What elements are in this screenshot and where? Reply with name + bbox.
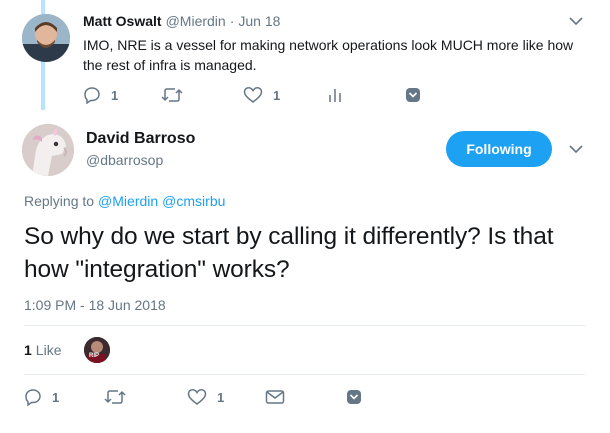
retweet-icon bbox=[104, 390, 126, 404]
like-button[interactable]: 1 bbox=[187, 388, 224, 406]
liker-avatar-image bbox=[84, 337, 110, 363]
author-handle[interactable]: @Mierdin bbox=[166, 13, 226, 29]
likes-stat-label: Like bbox=[35, 342, 62, 358]
likes-stat-count: 1 bbox=[24, 342, 32, 358]
avatar-image bbox=[22, 124, 74, 176]
like-count: 1 bbox=[217, 389, 225, 405]
dm-icon bbox=[406, 88, 420, 102]
replying-to-line: Replying to @Mierdin @cmsirbu bbox=[24, 193, 225, 209]
reply-count: 1 bbox=[111, 87, 119, 103]
mention-mierdin[interactable]: @Mierdin bbox=[98, 193, 158, 209]
retweet-button[interactable] bbox=[161, 86, 183, 109]
parent-tweet-text: IMO, NRE is a vessel for making network … bbox=[83, 37, 574, 73]
liker-avatar-badge: RIP bbox=[89, 353, 100, 359]
mention-cmsirbu[interactable]: @cmsirbu bbox=[162, 193, 225, 209]
avatar-matt-oswalt[interactable] bbox=[22, 14, 70, 62]
likes-stat[interactable]: 1 Like bbox=[24, 342, 61, 358]
mail-icon bbox=[265, 390, 285, 404]
divider bbox=[24, 374, 585, 375]
dm-icon bbox=[347, 390, 361, 404]
retweet-button[interactable] bbox=[104, 388, 126, 411]
tweet-menu-chevron-icon[interactable] bbox=[569, 16, 583, 26]
reply-icon bbox=[25, 389, 41, 406]
tweet-menu-chevron-icon[interactable] bbox=[569, 144, 583, 154]
dm-button[interactable] bbox=[405, 87, 421, 108]
like-button[interactable]: 1 bbox=[243, 86, 280, 104]
dm-button[interactable] bbox=[346, 389, 362, 410]
main-author-handle[interactable]: @dbarrosop bbox=[86, 152, 163, 168]
parent-tweet-actions: 1 1 bbox=[83, 86, 423, 106]
reply-button[interactable]: 1 bbox=[24, 388, 59, 406]
avatar-image bbox=[22, 14, 70, 62]
reply-icon bbox=[84, 87, 100, 104]
liker-avatar[interactable]: RIP bbox=[84, 337, 110, 363]
tweet-date[interactable]: Jun 18 bbox=[238, 13, 280, 29]
analytics-icon bbox=[329, 89, 341, 102]
author-name[interactable]: Matt Oswalt bbox=[83, 13, 162, 29]
avatar-david-barroso[interactable] bbox=[22, 124, 74, 176]
divider bbox=[24, 325, 585, 326]
like-icon bbox=[243, 87, 263, 103]
header-separator: · bbox=[229, 13, 235, 29]
replying-to-label: Replying to bbox=[24, 193, 95, 209]
retweet-icon bbox=[161, 88, 183, 102]
like-icon bbox=[187, 389, 207, 405]
like-count: 1 bbox=[273, 87, 281, 103]
mail-button[interactable] bbox=[265, 389, 285, 410]
analytics-button[interactable] bbox=[328, 86, 342, 109]
reply-count: 1 bbox=[52, 389, 60, 405]
main-author-name[interactable]: David Barroso bbox=[86, 130, 195, 148]
reply-button[interactable]: 1 bbox=[83, 86, 118, 104]
main-tweet-text: So why do we start by calling it differe… bbox=[24, 223, 554, 283]
tweet-timestamp[interactable]: 1:09 PM - 18 Jun 2018 bbox=[24, 297, 166, 313]
main-tweet-actions: 1 1 bbox=[24, 388, 374, 408]
following-button[interactable]: Following bbox=[446, 131, 552, 167]
parent-tweet-header: Matt Oswalt @Mierdin · Jun 18 bbox=[83, 13, 280, 29]
